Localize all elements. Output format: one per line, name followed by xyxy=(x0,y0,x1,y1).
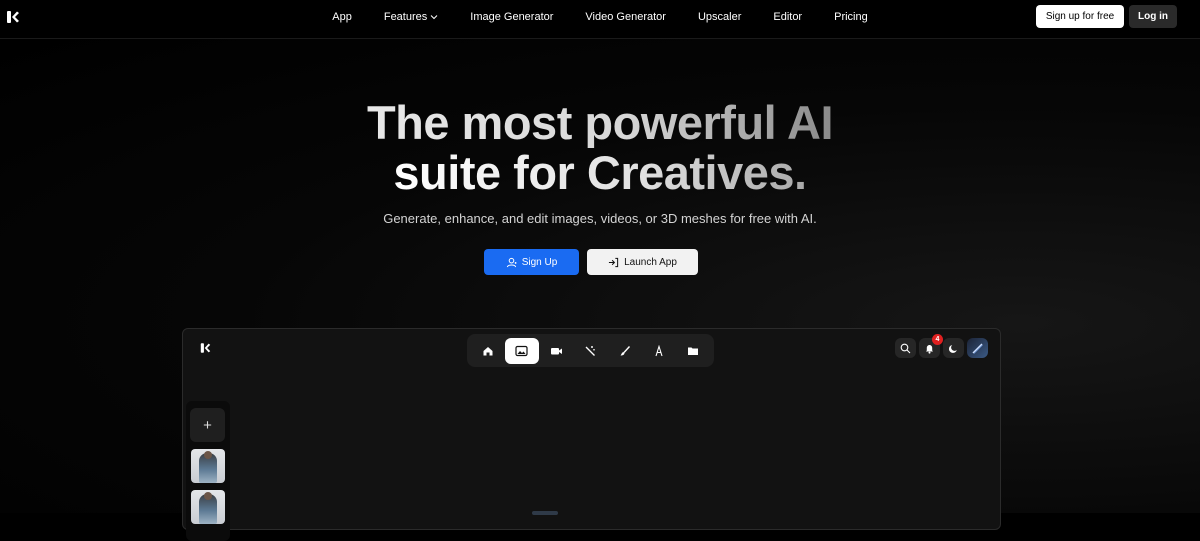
image-thumbnail[interactable] xyxy=(191,449,225,483)
brush-icon xyxy=(620,345,630,355)
top-nav: App Features Image Generator Video Gener… xyxy=(0,0,1200,39)
preview-actions: 4 xyxy=(895,334,988,358)
nav-link-editor[interactable]: Editor xyxy=(757,11,818,23)
login-arrow-icon xyxy=(608,257,619,267)
notifications-button[interactable]: 4 xyxy=(919,334,943,358)
text-icon xyxy=(655,344,663,356)
sign-up-button[interactable]: Sign Up xyxy=(484,249,579,275)
tool-video[interactable] xyxy=(540,338,573,364)
thumbnail-head xyxy=(204,492,212,500)
wand-icon xyxy=(586,345,596,356)
search-icon xyxy=(900,343,911,353)
theme-toggle-button[interactable] xyxy=(943,338,964,358)
sign-up-free-button[interactable]: Sign up for free xyxy=(1036,5,1124,28)
log-in-button[interactable]: Log in xyxy=(1129,5,1177,28)
tool-text[interactable] xyxy=(642,338,675,364)
folder-icon xyxy=(688,347,699,355)
preview-sidebar: + xyxy=(186,401,230,541)
profile-avatar[interactable] xyxy=(967,338,988,358)
tool-assets[interactable] xyxy=(677,338,710,364)
video-icon xyxy=(550,347,562,354)
canvas-element xyxy=(532,511,558,515)
nav-link-features[interactable]: Features xyxy=(368,11,454,23)
hero-headline: The most powerful AI suite for Creatives… xyxy=(0,98,1200,198)
nav-links: App Features Image Generator Video Gener… xyxy=(0,0,1200,34)
launch-app-button[interactable]: Launch App xyxy=(587,249,698,275)
krea-logo-icon xyxy=(200,343,211,353)
thumbnail-head xyxy=(204,451,212,459)
nav-link-app[interactable]: App xyxy=(316,11,368,23)
avatar-icon xyxy=(972,342,983,354)
app-preview-window: 4 + xyxy=(182,328,1001,541)
tool-home[interactable] xyxy=(471,338,504,364)
home-icon xyxy=(483,346,493,355)
nav-link-video-generator[interactable]: Video Generator xyxy=(569,11,682,23)
image-thumbnail[interactable] xyxy=(191,490,225,524)
tool-toolbar xyxy=(467,334,714,367)
tool-edit[interactable] xyxy=(608,338,641,364)
user-icon xyxy=(506,257,517,267)
tool-enhance[interactable] xyxy=(574,338,607,364)
search-button[interactable] xyxy=(895,338,916,358)
image-icon xyxy=(515,345,529,356)
moon-icon xyxy=(948,344,957,353)
launch-app-button-label: Launch App xyxy=(624,256,677,268)
nav-link-pricing[interactable]: Pricing xyxy=(818,11,884,23)
bell-icon xyxy=(926,344,933,354)
nav-link-image-generator[interactable]: Image Generator xyxy=(454,11,569,23)
hero-headline-line2: suite for Creatives. xyxy=(393,146,807,199)
tool-image[interactable] xyxy=(505,337,539,364)
hero-subheadline: Generate, enhance, and edit images, vide… xyxy=(383,211,817,226)
add-button[interactable]: + xyxy=(190,408,225,442)
chevron-down-icon xyxy=(430,15,438,20)
nav-link-features-label: Features xyxy=(383,11,428,23)
nav-link-upscaler[interactable]: Upscaler xyxy=(682,11,757,23)
notification-badge: 4 xyxy=(932,334,943,345)
sign-up-button-label: Sign Up xyxy=(521,256,558,268)
hero-headline-line1: The most powerful AI xyxy=(366,96,834,149)
